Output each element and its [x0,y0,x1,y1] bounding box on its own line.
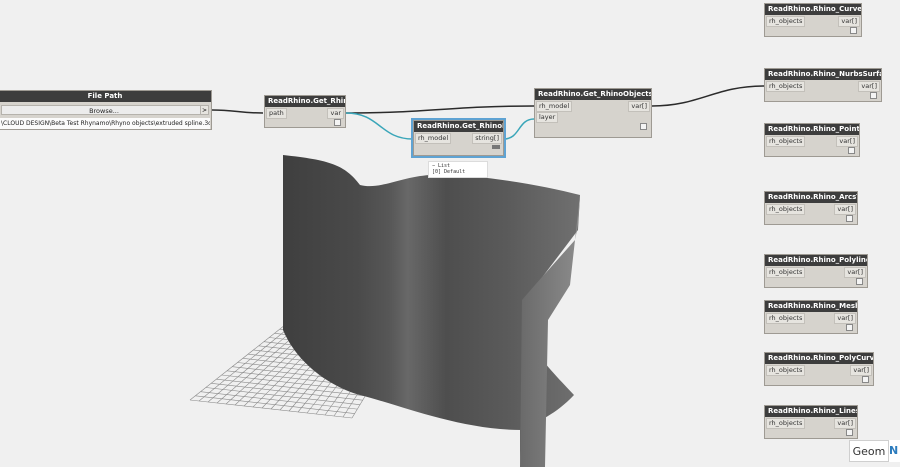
rhino-polylines-to-ds-node[interactable]: ReadRhino.Rhino_PolylinesToDS rh_objects… [764,254,868,288]
wire-filepath-to-rhinofile [211,109,264,114]
preview-checkbox[interactable] [850,27,857,34]
node-title: ReadRhino.Rhino_NurbsSurfaceToDS [765,69,881,80]
file-path-node[interactable]: File Path Browse... > \CLOUD DESIGN\Beta… [0,90,212,130]
node-title: ReadRhino.Rhino_PolyCurvesToDS [765,353,873,364]
rhino-curves-to-ds-node[interactable]: ReadRhino.Rhino_CurvesToDS rh_objectsvar… [764,3,862,37]
get-objectsbylayer-node[interactable]: ReadRhino.Get_RhinoObjectsByLayer rh_mod… [534,88,652,138]
node-title: ReadRhino.Rhino_CurvesToDS [765,4,861,15]
preview-checkbox[interactable] [334,119,341,126]
node-title: ReadRhino.Rhino_LinesToDS [765,406,857,417]
output-port[interactable]: > [200,105,209,115]
wire-rhinofile-to-objectsbylayer [345,105,535,114]
node-title: ReadRhino.Rhino_PointsToDS [765,124,859,135]
preview-checkbox[interactable] [846,324,853,331]
workspace-canvas[interactable]: File Path Browse... > \CLOUD DESIGN\Beta… [0,0,900,467]
geometry-view-tab[interactable]: Geom [849,440,889,462]
rhino-mesh-to-ds-node[interactable]: ReadRhino.Rhino_MeshToDS rh_objectsvar[] [764,300,858,334]
rhino-nurbssurface-to-ds-node[interactable]: ReadRhino.Rhino_NurbsSurfaceToDS rh_obje… [764,68,882,102]
preview-checkbox[interactable] [856,278,863,285]
layer-preview-bubble: − List [0] Default [428,161,488,178]
rhino-polycurves-to-ds-node[interactable]: ReadRhino.Rhino_PolyCurvesToDS rh_object… [764,352,874,386]
preview-checkbox[interactable] [846,215,853,222]
lacing-icon[interactable] [492,145,500,149]
rhino-lines-to-ds-node[interactable]: ReadRhino.Rhino_LinesToDS rh_objectsvar[… [764,405,858,439]
view-mode-toggle: Geom N [849,438,900,467]
wire-objectsbylayer-to-nurbssurface [651,85,765,107]
get-rhinolayers-node[interactable]: ReadRhino.Get_RhinoLayers rh_model strin… [411,118,506,158]
get-rhinofile-node[interactable]: ReadRhino.Get_RhinoFile path var [264,95,346,128]
node-title: ReadRhino.Rhino_MeshToDS [765,301,857,312]
rhino-points-to-ds-node[interactable]: ReadRhino.Rhino_PointsToDS rh_objectsvar… [764,123,860,157]
rhino-arcs-to-ds-node[interactable]: ReadRhino.Rhino_ArcsToDS rh_objectsvar[] [764,191,858,225]
node-title: File Path [0,91,211,102]
preview-list-item: [0] Default [432,169,466,175]
preview-checkbox[interactable] [846,429,853,436]
wire-rhinolayers-to-objectsbylayer [503,118,535,140]
preview-checkbox[interactable] [640,123,647,130]
node-title: ReadRhino.Get_RhinoLayers [414,121,503,132]
node-view-tab[interactable]: N [889,440,900,462]
wire-rhinofile-to-rhinolayers [345,112,414,140]
preview-checkbox[interactable] [862,376,869,383]
preview-checkbox[interactable] [848,147,855,154]
node-title: ReadRhino.Get_RhinoFile [265,96,345,107]
browse-button[interactable]: Browse... [1,105,207,115]
file-path-value: \CLOUD DESIGN\Beta Test Rhynamo\Rhyno ob… [0,118,210,129]
node-title: ReadRhino.Get_RhinoObjectsByLayer [535,89,651,100]
preview-checkbox[interactable] [870,92,877,99]
node-title: ReadRhino.Rhino_PolylinesToDS [765,255,867,266]
node-title: ReadRhino.Rhino_ArcsToDS [765,192,857,203]
